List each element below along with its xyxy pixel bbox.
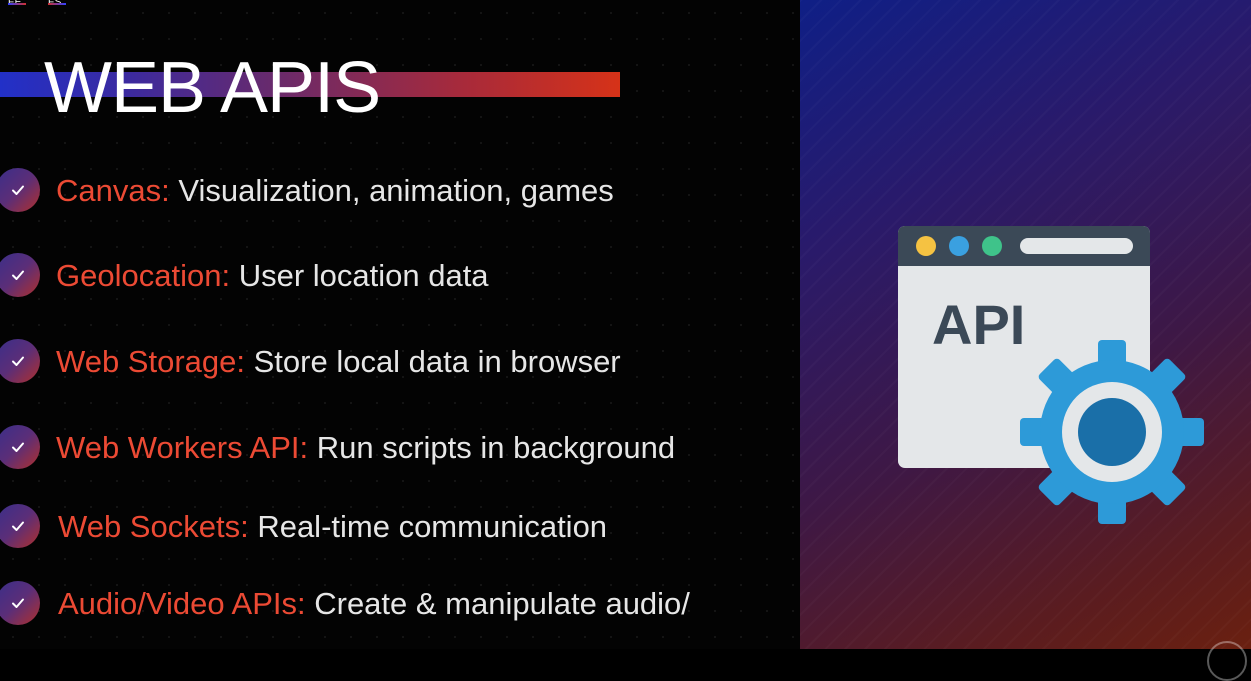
list-item-text: Web Storage: Store local data in browser — [56, 345, 621, 379]
check-icon — [0, 253, 40, 297]
check-icon — [0, 581, 40, 625]
check-icon — [0, 504, 40, 548]
list-item-text: Canvas: Visualization, animation, games — [56, 174, 614, 208]
slide-title: WEB APIS — [44, 48, 381, 128]
yellow-dot-icon — [916, 236, 936, 256]
item-term: Web Workers API: — [56, 430, 309, 465]
green-dot-icon — [982, 236, 1002, 256]
check-icon — [0, 425, 40, 469]
list-item-text: Web Sockets: Real-time communication — [58, 510, 607, 544]
check-icon — [0, 168, 40, 212]
item-desc: Visualization, animation, games — [178, 173, 614, 208]
check-icon — [0, 339, 40, 383]
gear-icon — [1020, 340, 1204, 524]
item-term: Canvas: — [56, 173, 170, 208]
item-desc: Run scripts in background — [316, 430, 676, 465]
item-term: Geolocation: — [56, 258, 231, 293]
address-bar-icon — [1020, 238, 1133, 254]
api-label: API — [932, 293, 1025, 356]
item-desc: User location data — [238, 258, 489, 293]
fe-tag: FE — [8, 0, 26, 8]
list-item-text: Web Workers API: Run scripts in backgrou… — [56, 431, 675, 465]
item-desc: Real-time communication — [257, 509, 608, 544]
item-term: Audio/Video APIs: — [58, 586, 306, 621]
item-term: Web Storage: — [56, 344, 245, 379]
api-illustration: API — [898, 226, 1204, 524]
slide-left-panel: FE FS WEB APIS Canvas: Visualization, an… — [0, 0, 800, 649]
item-desc: Create & manipulate audio/ — [314, 586, 690, 621]
fs-tag: FS — [48, 0, 66, 8]
list-item-text: Geolocation: User location data — [56, 259, 489, 293]
video-control-circle[interactable] — [1207, 641, 1247, 681]
blue-dot-icon — [949, 236, 969, 256]
item-term: Web Sockets: — [58, 509, 249, 544]
item-desc: Store local data in browser — [253, 344, 621, 379]
list-item-text: Audio/Video APIs: Create & manipulate au… — [58, 587, 690, 621]
